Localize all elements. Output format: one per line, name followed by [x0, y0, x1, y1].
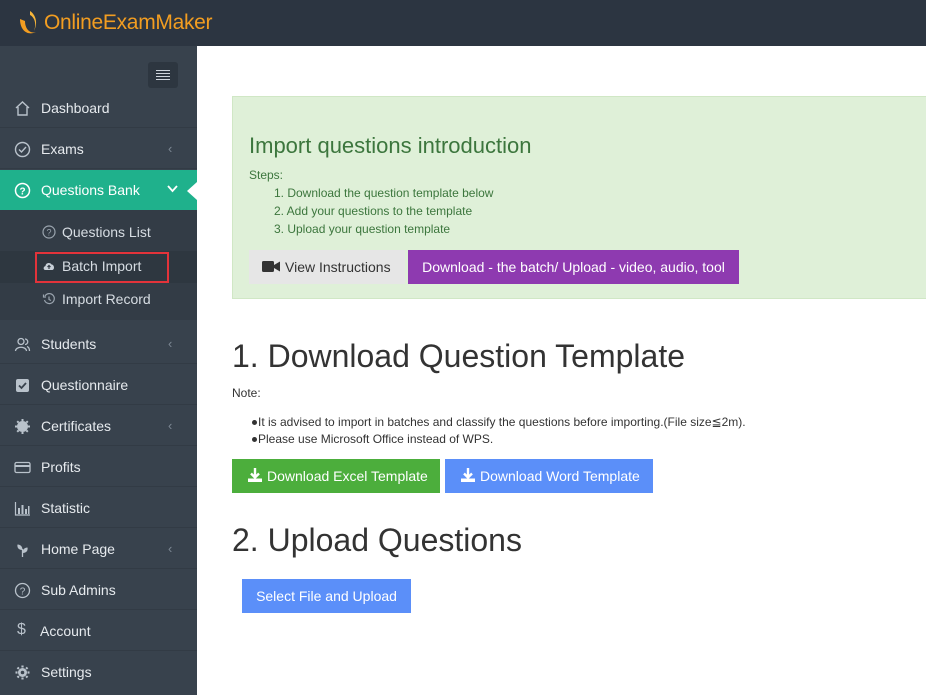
steps-label: Steps:	[249, 168, 284, 182]
sidebar-item-label: Settings	[41, 664, 92, 680]
chevron-left-icon: ‹	[168, 141, 173, 156]
note-label: Note:	[232, 386, 261, 400]
sidebar-item-students[interactable]: Students ‹	[0, 324, 197, 364]
download-excel-label: Download Excel Template	[267, 468, 428, 484]
home-icon	[15, 101, 30, 116]
sidebar-item-questionnaire[interactable]: Questionnaire	[0, 365, 197, 405]
import-intro-panel: Import questions introduction Steps: 1. …	[232, 96, 926, 299]
question-circle-icon: ?	[14, 582, 31, 599]
download-excel-template-button[interactable]: Download Excel Template	[232, 459, 440, 493]
check-circle-icon	[14, 141, 31, 158]
sidebar-item-home-page[interactable]: Home Page ‹	[0, 529, 197, 569]
gear-icon	[15, 665, 30, 680]
sidebar-item-settings[interactable]: Settings	[0, 652, 197, 692]
sidebar-item-label: Students	[41, 336, 97, 352]
step-item: 2. Add your questions to the template	[274, 204, 473, 218]
step-item: 3. Upload your question template	[274, 222, 451, 236]
top-bar: OnlineExamMaker	[0, 0, 926, 46]
section-download-title: 1. Download Question Template	[232, 338, 686, 374]
sidebar-item-questions-bank[interactable]: ? Questions Bank	[0, 170, 197, 210]
sidebar-item-label: Exams	[41, 141, 84, 157]
sidebar-item-label: Questionnaire	[41, 377, 129, 393]
checkbox-icon	[16, 379, 29, 392]
sidebar-subitem-import-record[interactable]: Import Record	[0, 284, 197, 316]
sidebar-item-label: Certificates	[41, 418, 112, 434]
history-icon	[42, 292, 55, 305]
svg-text:?: ?	[20, 587, 26, 598]
svg-text:?: ?	[46, 228, 51, 238]
leaf-icon	[17, 544, 28, 557]
credit-card-icon	[14, 461, 31, 474]
sidebar-item-sub-admins[interactable]: ? Sub Admins	[0, 570, 197, 610]
note-item: It is advised to import in batches and c…	[252, 415, 746, 429]
chevron-left-icon: ‹	[168, 336, 173, 351]
sidebar-item-label: Dashboard	[41, 100, 110, 116]
select-file-upload-button[interactable]: Select File and Upload	[242, 579, 411, 613]
sidebar-item-label: Statistic	[41, 500, 91, 516]
sidebar-subitem-label: Questions List	[62, 224, 151, 240]
logo-text: OnlineExamMaker	[44, 11, 213, 34]
svg-text:?: ?	[19, 187, 25, 198]
highlight-box	[35, 252, 169, 283]
sidebar: Dashboard Exams ‹ ? Questions Bank ? Que…	[0, 46, 197, 695]
sidebar-item-account[interactable]: $ Account	[0, 611, 197, 651]
sidebar-toggle-button[interactable]	[148, 62, 178, 88]
sidebar-item-label: Profits	[41, 459, 81, 475]
sidebar-item-profits[interactable]: Profits	[0, 447, 197, 487]
sidebar-item-statistic[interactable]: Statistic	[0, 488, 197, 528]
note-item: Please use Microsoft Office instead of W…	[251, 432, 494, 446]
download-icon	[248, 468, 262, 482]
view-instructions-label: View Instructions	[285, 259, 391, 275]
download-word-template-button[interactable]: Download Word Template	[445, 459, 653, 493]
bar-chart-icon	[14, 502, 30, 516]
question-circle-icon: ?	[14, 182, 31, 199]
users-icon	[14, 337, 31, 352]
intro-title: Import questions introduction	[249, 133, 532, 158]
logo[interactable]: OnlineExamMaker	[16, 9, 213, 37]
step-item: 1. Download the question template below	[274, 186, 494, 200]
download-word-label: Download Word Template	[480, 468, 640, 484]
gear-badge-icon	[15, 419, 30, 434]
sidebar-item-label: Account	[40, 623, 91, 639]
section-upload-title: 2. Upload Questions	[232, 522, 522, 558]
sidebar-item-label: Sub Admins	[41, 582, 116, 598]
chevron-left-icon: ‹	[168, 418, 173, 433]
sidebar-item-label: Questions Bank	[41, 182, 140, 198]
sidebar-subitem-questions-list[interactable]: ? Questions List	[0, 217, 197, 249]
active-indicator	[187, 182, 197, 200]
view-instructions-button[interactable]: View Instructions	[249, 250, 405, 284]
sidebar-item-exams[interactable]: Exams ‹	[0, 129, 197, 169]
download-tool-button[interactable]: Download - the batch/ Upload - video, au…	[408, 250, 739, 284]
chevron-down-icon	[167, 185, 178, 193]
question-circle-icon: ?	[42, 225, 56, 239]
sidebar-item-certificates[interactable]: Certificates ‹	[0, 406, 197, 446]
download-icon	[461, 468, 475, 482]
video-camera-icon	[262, 261, 280, 272]
sidebar-item-label: Home Page	[41, 541, 115, 557]
chevron-left-icon: ‹	[168, 541, 173, 556]
logo-icon	[20, 11, 37, 34]
sidebar-subitem-label: Import Record	[62, 291, 151, 307]
dollar-icon: $	[17, 621, 26, 638]
sidebar-item-dashboard[interactable]: Dashboard	[0, 88, 197, 128]
